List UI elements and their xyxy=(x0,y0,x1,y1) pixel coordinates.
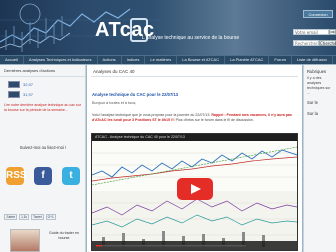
nav-item-indices[interactable]: Indices xyxy=(122,56,146,64)
facebook-icon[interactable]: f xyxy=(34,167,52,185)
guide-link[interactable]: Guide du trader en bourse xyxy=(44,231,84,241)
main-content: Analyses du CAC 40 Analyse technique du … xyxy=(87,65,302,252)
nav-item-bourse[interactable]: La Bourse et ATCAC xyxy=(177,56,226,64)
nav-item-actions[interactable]: Actions xyxy=(98,56,122,64)
article-intro: Bonjour à toutes et à tous, xyxy=(92,101,137,105)
follow-title: Suivez-moi ou lisez-moi ! xyxy=(19,145,67,150)
play-button[interactable] xyxy=(177,178,213,200)
list-item[interactable]: 32,97 xyxy=(8,79,78,89)
nav-item-planete[interactable]: La Planète ATCAC xyxy=(225,56,270,64)
search-input[interactable]: Rechercher... xyxy=(293,40,321,46)
article-title[interactable]: Analyse technique du CAC pour le 22/07/1… xyxy=(92,92,178,97)
nav-item-forum[interactable]: Forum xyxy=(269,56,292,64)
right-text: Il y a des analyses techniques sur ... xyxy=(307,76,331,95)
right-title-3: Sur la xyxy=(307,111,318,116)
guide-cover-image[interactable] xyxy=(10,229,40,252)
value-link[interactable]: 32,97 xyxy=(23,82,33,87)
article-text: Voici l'analyse technique que je vous pr… xyxy=(92,113,212,117)
rss-icon[interactable]: RSS xyxy=(6,167,27,185)
section-title: Analyses du CAC 40 xyxy=(93,69,135,74)
main-nav: Accueil Analyses Techniques et Indicateu… xyxy=(0,55,336,64)
article-text-end: Plus d'infos sur le forum dans le fil de… xyxy=(175,118,254,122)
nav-item-analyses[interactable]: Analyses Techniques et Indicateurs xyxy=(24,56,98,64)
nav-item-matieres[interactable]: Le matières xyxy=(145,56,178,64)
like-button[interactable]: J'aime xyxy=(4,214,18,220)
social-links: RSS f t xyxy=(6,167,80,185)
video-title: ATCAC - Analyse technique du CAC 40 pour… xyxy=(92,134,297,141)
tweet-button[interactable]: Tweet xyxy=(31,214,44,220)
twitter-icon[interactable]: t xyxy=(62,167,80,185)
page: ATcac L'analyse technique au service de … xyxy=(0,0,336,252)
video-player[interactable]: ATCAC - Analyse technique du CAC 40 pour… xyxy=(91,133,298,251)
value-link[interactable]: 31,97 xyxy=(23,92,33,97)
newsletter-ok-button[interactable]: OK xyxy=(329,29,336,35)
latest-analysis-link[interactable]: Lire notre dernière analyse technique au… xyxy=(4,103,82,113)
login-button[interactable]: Connexion xyxy=(303,10,333,18)
site-tagline: L'analyse technique au service de la bou… xyxy=(142,35,240,41)
share-buttons: J'aime 1,1k Tweet G+1 xyxy=(4,214,84,220)
right-title-rubriques: Rubriques xyxy=(307,69,327,74)
header-banner: ATcac L'analyse technique au service de … xyxy=(0,0,336,55)
search-button[interactable]: Chercher xyxy=(319,40,336,46)
article-paragraph: Voici l'analyse technique que je vous pr… xyxy=(92,113,297,123)
nav-item-accueil[interactable]: Accueil xyxy=(0,56,24,64)
like-count: 1,1k xyxy=(19,214,30,220)
recent-analyses-title: Dernières analyses d'actions xyxy=(0,65,85,77)
nav-item-diffusion[interactable]: Liste de diffusion xyxy=(292,56,333,64)
newsletter-email-input[interactable]: Votre email xyxy=(293,29,329,35)
right-sidebar: Rubriques Il y a des analyses techniques… xyxy=(303,65,336,252)
list-item[interactable]: 31,97 xyxy=(8,89,78,99)
right-title-2: Sur le xyxy=(307,100,318,105)
gplus-button[interactable]: G+1 xyxy=(45,214,56,220)
recent-values-list: 32,97 31,97 xyxy=(8,79,78,99)
chart-thumbnail xyxy=(8,80,20,88)
divider xyxy=(91,76,298,77)
chart-thumbnail xyxy=(8,90,20,98)
